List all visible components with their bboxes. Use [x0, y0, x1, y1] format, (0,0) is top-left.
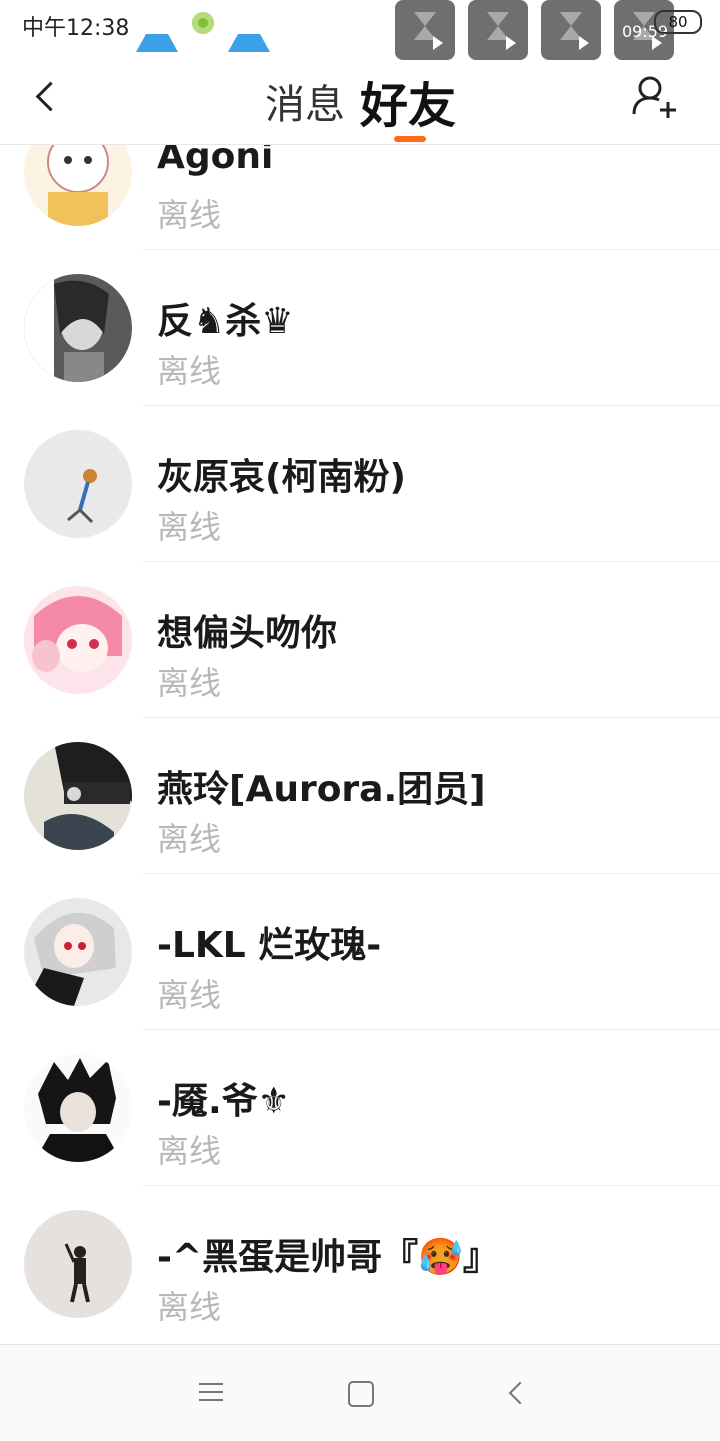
friend-status: 离线: [157, 508, 222, 546]
top-bar: 消息 好友: [0, 52, 720, 145]
friend-list: Agoni 离线 反♞杀♛ 离线 灰原哀(柯南粉) 离线 想偏头吻你 离线 燕玲…: [0, 145, 720, 1345]
friend-status: 离线: [157, 352, 222, 390]
active-tab-indicator: [394, 136, 426, 142]
avatar: [24, 145, 132, 226]
avatar: [24, 274, 132, 382]
app-notification-icon: [228, 12, 270, 52]
status-indicators: 80: [654, 10, 702, 34]
friend-status: 离线: [157, 1132, 222, 1170]
friend-name: Agoni: [157, 145, 274, 177]
avatar: [24, 898, 132, 1006]
friend-name: -^黑蛋是帅哥『🥵』: [157, 1237, 499, 1278]
friend-name: -魇.爷⚜: [157, 1081, 290, 1122]
friend-row[interactable]: 想偏头吻你 离线: [0, 562, 720, 718]
friend-row[interactable]: -魇.爷⚜ 离线: [0, 1030, 720, 1186]
friend-name: 燕玲[Aurora.团员]: [157, 769, 486, 810]
hourglass-overlay-icon[interactable]: [541, 0, 601, 60]
friend-row[interactable]: 燕玲[Aurora.团员] 离线: [0, 718, 720, 874]
status-bar: 中午12:38 09:59 80: [0, 0, 720, 60]
tab-friends[interactable]: 好友: [360, 66, 456, 136]
status-time: 中午12:38: [22, 16, 130, 41]
friend-row[interactable]: 反♞杀♛ 离线: [0, 250, 720, 406]
menu-icon[interactable]: [199, 1383, 223, 1403]
friend-row[interactable]: -^黑蛋是帅哥『🥵』 离线: [0, 1186, 720, 1342]
back-arrow-icon[interactable]: [28, 76, 68, 116]
tab-messages[interactable]: 消息: [265, 72, 345, 130]
friend-row[interactable]: -LKL 烂玫瑰- 离线: [0, 874, 720, 1030]
home-square-icon[interactable]: [348, 1381, 374, 1407]
friend-status: 离线: [157, 196, 222, 234]
back-triangle-icon[interactable]: [506, 1381, 530, 1405]
notification-icons: [136, 12, 270, 52]
avatar: [24, 1210, 132, 1318]
battery-icon: 80: [654, 10, 702, 34]
friend-name: 反♞杀♛: [157, 301, 294, 342]
friend-name: 想偏头吻你: [157, 613, 338, 654]
hourglass-overlay-icon[interactable]: [468, 0, 528, 60]
friend-status: 离线: [157, 976, 222, 1014]
friend-status: 离线: [157, 820, 222, 858]
add-friend-icon[interactable]: [630, 72, 680, 122]
avatar: [24, 1054, 132, 1162]
avatar: [24, 430, 132, 538]
app-notification-icon: [136, 12, 178, 52]
friend-name: 灰原哀(柯南粉): [157, 457, 406, 498]
avatar: [24, 742, 132, 850]
friend-row[interactable]: 灰原哀(柯南粉) 离线: [0, 406, 720, 562]
friend-status: 离线: [157, 664, 222, 702]
friend-name: -LKL 烂玫瑰-: [157, 925, 382, 966]
friend-row[interactable]: Agoni 离线: [0, 145, 720, 250]
hourglass-overlay-icon[interactable]: [395, 0, 455, 60]
system-nav-bar: [0, 1344, 720, 1441]
avatar: [24, 586, 132, 694]
friend-status: 离线: [157, 1288, 222, 1326]
app-notification-icon: [192, 12, 214, 34]
